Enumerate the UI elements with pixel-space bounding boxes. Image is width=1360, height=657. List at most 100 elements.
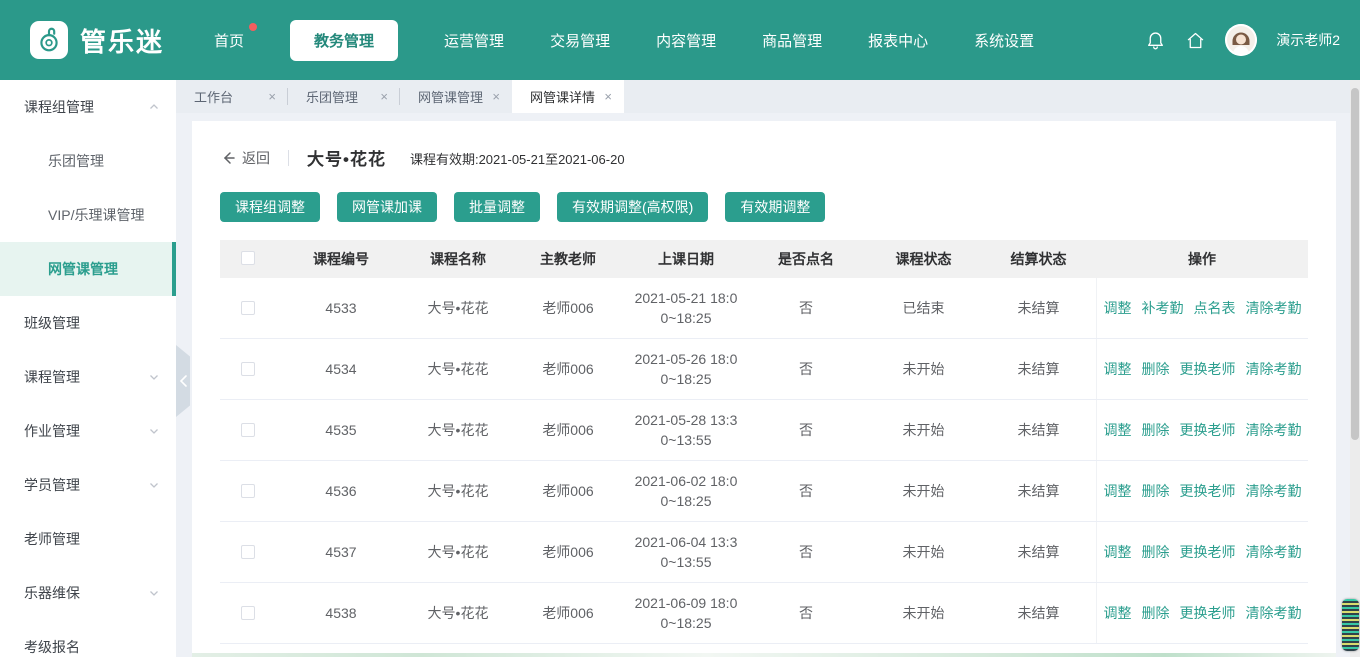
cell-date: 2021-06-04 13:30~13:55 [626, 522, 746, 582]
table-row: 4538 大号•花花 老师006 2021-06-09 18:00~18:25 … [220, 583, 1308, 644]
tab-online-course-detail[interactable]: 网管课详情 × [512, 80, 624, 113]
sidebar-item-grade-exam-registration[interactable]: 考级报名 [0, 620, 176, 657]
cell-operations: 调整 删除 更换老师 清除考勤 [1096, 400, 1308, 460]
nav-item-content-mgmt[interactable]: 内容管理 [656, 30, 716, 51]
close-icon[interactable]: × [492, 89, 500, 104]
tab-workbench[interactable]: 工作台 × [176, 80, 288, 113]
cell-course-name: 大号•花花 [406, 339, 510, 399]
sidebar-item-vip-theory-course-mgmt[interactable]: VIP/乐理课管理 [0, 188, 176, 242]
op-change-teacher-link[interactable]: 更换老师 [1180, 542, 1236, 562]
op-adjust-link[interactable]: 调整 [1104, 298, 1132, 318]
cell-rollcall: 否 [746, 583, 866, 643]
tab-label: 工作台 [194, 87, 233, 106]
op-clear-attendance-link[interactable]: 清除考勤 [1246, 542, 1302, 562]
nav-item-operations-mgmt[interactable]: 运营管理 [444, 30, 504, 51]
vertical-scrollbar[interactable] [1350, 80, 1360, 657]
home-icon[interactable] [1185, 30, 1206, 51]
tab-online-course-mgmt[interactable]: 网管课管理 × [400, 80, 512, 113]
sidebar-collapse-handle[interactable] [176, 345, 190, 417]
sidebar-item-label: 乐团管理 [48, 151, 104, 171]
bell-icon[interactable] [1145, 30, 1166, 51]
op-change-teacher-link[interactable]: 更换老师 [1180, 603, 1236, 623]
sidebar-item-course-mgmt[interactable]: 课程管理 [0, 350, 176, 404]
notification-dot [249, 23, 257, 31]
col-settlement: 结算状态 [981, 249, 1096, 269]
close-icon[interactable]: × [268, 89, 276, 104]
col-date: 上课日期 [626, 249, 746, 269]
op-delete-link[interactable]: 删除 [1142, 481, 1170, 501]
scrollbar-thumb[interactable] [1351, 88, 1359, 440]
top-nav: 首页 教务管理 运营管理 交易管理 内容管理 商品管理 报表中心 系统设置 [214, 20, 1034, 61]
op-change-teacher-link[interactable]: 更换老师 [1180, 359, 1236, 379]
top-header: 管乐迷 首页 教务管理 运营管理 交易管理 内容管理 商品管理 报表中心 系统设… [0, 0, 1360, 80]
sidebar-item-instrument-maintenance[interactable]: 乐器维保 [0, 566, 176, 620]
op-clear-attendance-link[interactable]: 清除考勤 [1246, 359, 1302, 379]
add-online-course-button[interactable]: 网管课加课 [337, 192, 437, 222]
close-icon[interactable]: × [604, 89, 612, 104]
cell-rollcall: 否 [746, 461, 866, 521]
col-operations: 操作 [1096, 249, 1308, 269]
close-icon[interactable]: × [380, 89, 388, 104]
sidebar-item-teacher-mgmt[interactable]: 老师管理 [0, 512, 176, 566]
op-adjust-link[interactable]: 调整 [1104, 603, 1132, 623]
op-delete-link[interactable]: 删除 [1142, 603, 1170, 623]
cell-operations: 调整 删除 更换老师 清除考勤 [1096, 583, 1308, 643]
cell-date: 2021-05-21 18:00~18:25 [626, 278, 746, 338]
nav-item-home[interactable]: 首页 [214, 30, 244, 51]
row-checkbox[interactable] [241, 606, 255, 620]
validity-adjust-admin-button[interactable]: 有效期调整(高权限) [557, 192, 708, 222]
nav-item-transaction-mgmt[interactable]: 交易管理 [550, 30, 610, 51]
select-all-checkbox[interactable] [241, 251, 255, 265]
op-makeup-attendance-link[interactable]: 补考勤 [1142, 298, 1184, 318]
nav-item-academic-mgmt[interactable]: 教务管理 [290, 20, 398, 61]
sidebar-item-orchestra-mgmt[interactable]: 乐团管理 [0, 134, 176, 188]
course-table: 课程编号 课程名称 主教老师 上课日期 是否点名 课程状态 结算状态 操作 45… [220, 240, 1308, 644]
nav-item-report-center[interactable]: 报表中心 [868, 30, 928, 51]
brand[interactable]: 管乐迷 [30, 21, 164, 59]
row-checkbox[interactable] [241, 545, 255, 559]
row-checkbox[interactable] [241, 423, 255, 437]
tab-orchestra-mgmt[interactable]: 乐团管理 × [288, 80, 400, 113]
cell-course-name: 大号•花花 [406, 583, 510, 643]
row-checkbox[interactable] [241, 301, 255, 315]
sidebar-item-class-mgmt[interactable]: 班级管理 [0, 296, 176, 350]
cell-status: 未开始 [866, 583, 981, 643]
op-adjust-link[interactable]: 调整 [1104, 359, 1132, 379]
op-clear-attendance-link[interactable]: 清除考勤 [1246, 481, 1302, 501]
nav-item-product-mgmt[interactable]: 商品管理 [762, 30, 822, 51]
course-group-adjust-button[interactable]: 课程组调整 [220, 192, 320, 222]
batch-adjust-button[interactable]: 批量调整 [454, 192, 540, 222]
validity-adjust-button[interactable]: 有效期调整 [725, 192, 825, 222]
op-delete-link[interactable]: 删除 [1142, 359, 1170, 379]
op-clear-attendance-link[interactable]: 清除考勤 [1246, 420, 1302, 440]
back-button[interactable]: 返回 [220, 148, 270, 168]
col-course-id: 课程编号 [276, 249, 406, 269]
op-delete-link[interactable]: 删除 [1142, 542, 1170, 562]
op-rollcall-sheet-link[interactable]: 点名表 [1194, 298, 1236, 318]
cell-teacher: 老师006 [510, 278, 626, 338]
op-adjust-link[interactable]: 调整 [1104, 542, 1132, 562]
op-change-teacher-link[interactable]: 更换老师 [1180, 481, 1236, 501]
op-delete-link[interactable]: 删除 [1142, 420, 1170, 440]
sidebar-item-student-mgmt[interactable]: 学员管理 [0, 458, 176, 512]
course-validity-text: 课程有效期:2021-05-21至2021-06-20 [410, 149, 625, 168]
horizontal-scrollbar[interactable] [192, 653, 1336, 657]
cell-status: 未开始 [866, 400, 981, 460]
chevron-down-icon [148, 479, 160, 491]
sidebar-item-online-course-mgmt[interactable]: 网管课管理 [0, 242, 176, 296]
op-clear-attendance-link[interactable]: 清除考勤 [1246, 298, 1302, 318]
op-change-teacher-link[interactable]: 更换老师 [1180, 420, 1236, 440]
table-row: 4533 大号•花花 老师006 2021-05-21 18:00~18:25 … [220, 278, 1308, 339]
sidebar-item-homework-mgmt[interactable]: 作业管理 [0, 404, 176, 458]
current-user-name[interactable]: 演示老师2 [1276, 30, 1340, 50]
op-adjust-link[interactable]: 调整 [1104, 420, 1132, 440]
nav-item-system-settings[interactable]: 系统设置 [974, 30, 1034, 51]
row-checkbox[interactable] [241, 362, 255, 376]
op-adjust-link[interactable]: 调整 [1104, 481, 1132, 501]
avatar[interactable] [1225, 24, 1257, 56]
table-row: 4534 大号•花花 老师006 2021-05-26 18:00~18:25 … [220, 339, 1308, 400]
op-clear-attendance-link[interactable]: 清除考勤 [1246, 603, 1302, 623]
cell-course-name: 大号•花花 [406, 400, 510, 460]
row-checkbox[interactable] [241, 484, 255, 498]
sidebar-item-course-group-mgmt[interactable]: 课程组管理 [0, 80, 176, 134]
